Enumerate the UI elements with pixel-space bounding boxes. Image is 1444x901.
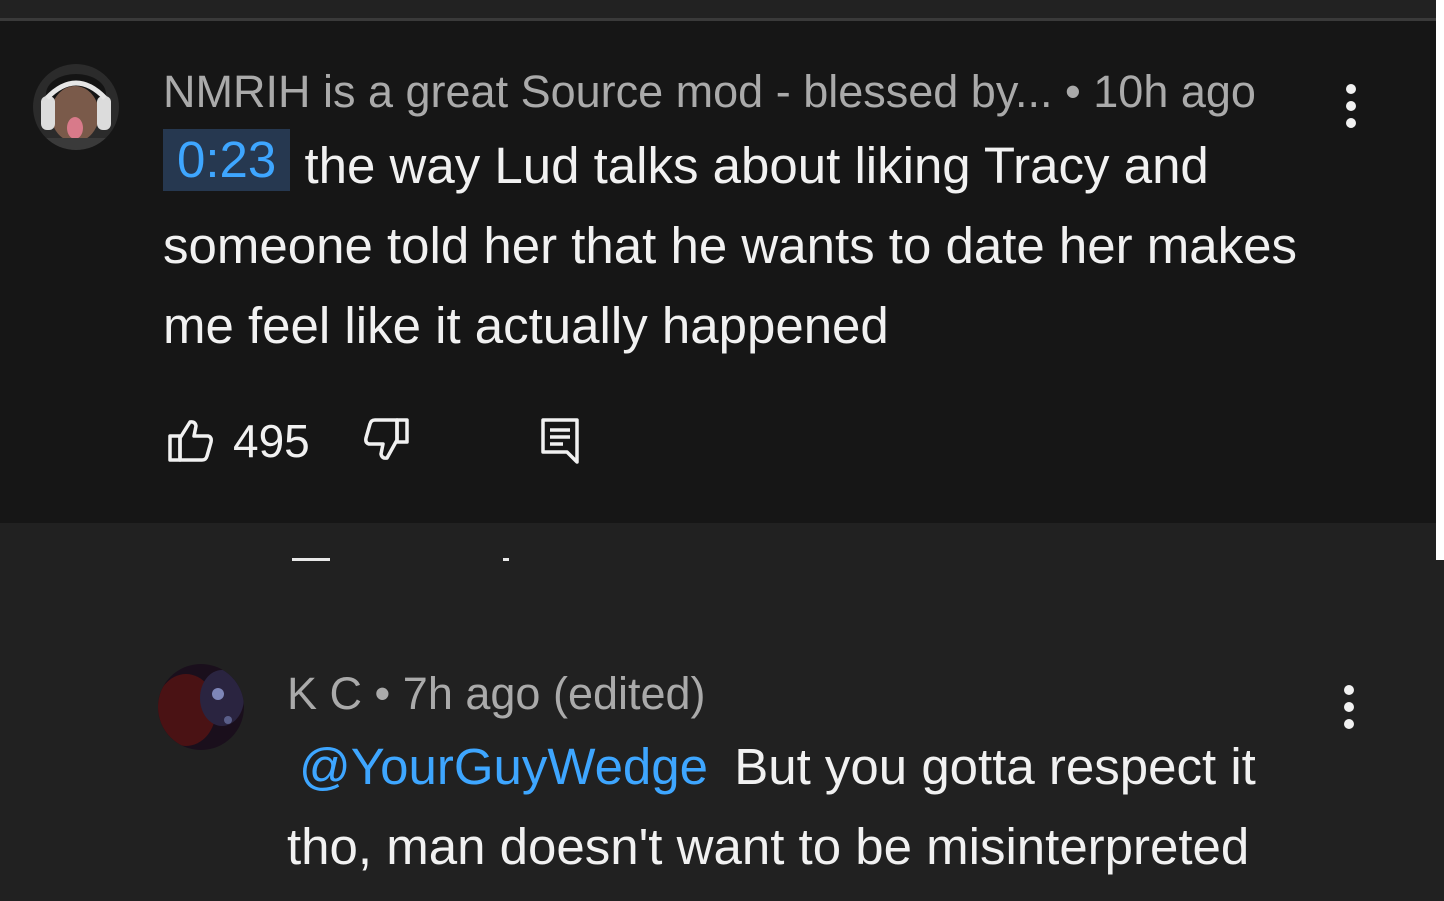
meta-separator: • bbox=[1065, 66, 1094, 117]
thumbs-down-icon[interactable] bbox=[363, 416, 411, 464]
like-count: 495 bbox=[233, 415, 310, 467]
separator-mark bbox=[292, 558, 330, 561]
comment-body: the way Lud talks about liking Tracy and… bbox=[163, 137, 1298, 354]
top-strip bbox=[0, 0, 1436, 18]
more-vertical-icon[interactable] bbox=[1336, 684, 1362, 730]
reply-icon[interactable] bbox=[537, 416, 585, 466]
right-edge bbox=[1436, 0, 1444, 560]
comment-time: 10h ago bbox=[1093, 66, 1256, 117]
comment-time: 7h ago bbox=[402, 668, 541, 719]
comment-text: 0:23 the way Lud talks about liking Trac… bbox=[163, 126, 1303, 366]
mention-link[interactable]: @YourGuyWedge bbox=[287, 738, 720, 795]
author-name[interactable]: K C bbox=[287, 668, 362, 719]
author-name[interactable]: NMRIH is a great Source mod - blessed by… bbox=[163, 66, 1053, 117]
edited-label: (edited) bbox=[552, 668, 706, 719]
comment-text: @YourGuyWedge But you gotta respect it t… bbox=[287, 727, 1347, 887]
avatar[interactable] bbox=[158, 664, 244, 750]
comment-meta: K C • 7h ago (edited) bbox=[287, 668, 1287, 720]
comment-card: NMRIH is a great Source mod - blessed by… bbox=[0, 21, 1436, 523]
meta-separator: • bbox=[374, 668, 403, 719]
comment-meta: NMRIH is a great Source mod - blessed by… bbox=[163, 66, 1303, 118]
more-vertical-icon[interactable] bbox=[1338, 83, 1364, 129]
timestamp-link[interactable]: 0:23 bbox=[163, 129, 291, 191]
avatar[interactable] bbox=[33, 64, 119, 150]
thumbs-up-icon[interactable] bbox=[166, 416, 214, 464]
comments-screen: NMRIH is a great Source mod - blessed by… bbox=[0, 0, 1444, 901]
separator-mark bbox=[503, 558, 509, 561]
